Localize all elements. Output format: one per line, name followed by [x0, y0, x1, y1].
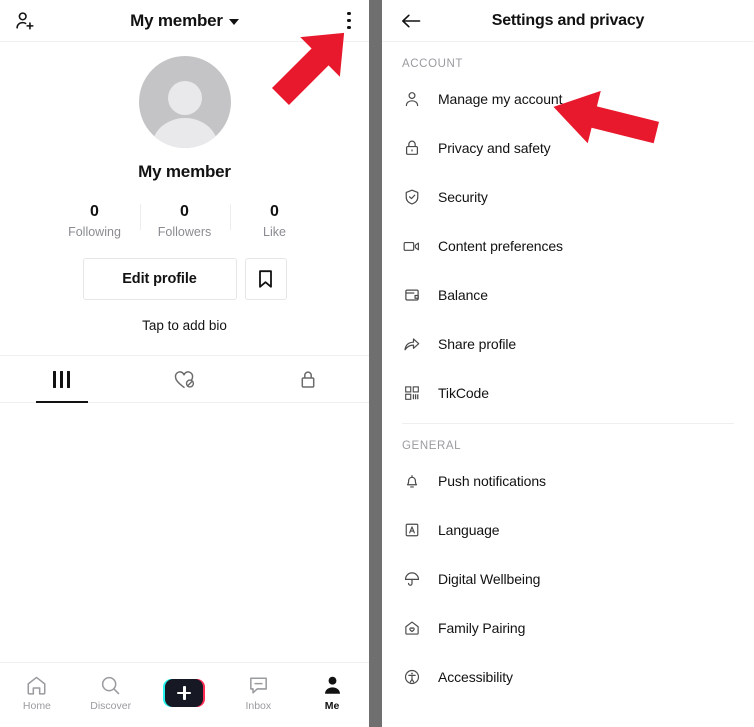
setting-label: Balance — [438, 286, 488, 303]
qr-code-icon — [402, 384, 421, 402]
heart-slash-icon — [173, 369, 196, 390]
video-camera-icon — [402, 237, 421, 255]
umbrella-icon — [402, 570, 421, 588]
create-plus-icon — [163, 679, 206, 707]
shield-check-icon — [402, 188, 421, 206]
tab-private[interactable] — [246, 356, 369, 402]
share-arrow-icon — [402, 335, 421, 353]
three-dots-vertical-icon — [347, 11, 355, 30]
lock-icon — [299, 369, 317, 390]
setting-security[interactable]: Security — [382, 172, 754, 221]
tab-posts[interactable] — [0, 356, 123, 402]
inbox-message-icon — [247, 674, 270, 697]
profile-body: My member 0 Following 0 Followers 0 Like… — [0, 42, 369, 662]
nav-home-label: Home — [22, 700, 51, 712]
wallet-icon — [402, 286, 421, 304]
nav-inbox-label: Inbox — [245, 700, 272, 712]
setting-digital-wellbeing[interactable]: Digital Wellbeing — [382, 554, 754, 603]
profile-username: My member — [138, 162, 231, 181]
lock-icon — [402, 139, 421, 157]
setting-tikcode[interactable]: TikCode — [382, 368, 754, 417]
language-a-icon — [402, 521, 421, 539]
create-core — [165, 679, 204, 707]
setting-label: Privacy and safety — [438, 139, 551, 156]
nav-me-label: Me — [324, 700, 340, 712]
stat-followers-label: Followers — [157, 225, 212, 240]
nav-me[interactable]: Me — [295, 674, 369, 712]
back-arrow-icon[interactable] — [400, 12, 430, 30]
person-icon — [402, 90, 421, 108]
stat-followers[interactable]: 0 Followers — [139, 202, 230, 240]
setting-label: TikCode — [438, 384, 489, 401]
setting-label: Share profile — [438, 335, 517, 352]
caret-down-icon — [228, 19, 239, 25]
profile-stats: 0 Following 0 Followers 0 Like — [50, 202, 320, 239]
stat-following-label: Following — [68, 225, 121, 240]
bookmark-icon — [257, 269, 274, 289]
setting-label: Accessibility — [438, 668, 513, 685]
setting-balance[interactable]: Balance — [382, 270, 754, 319]
setting-push-notifications[interactable]: Push notifications — [382, 456, 754, 505]
setting-accessibility[interactable]: Accessibility — [382, 652, 754, 701]
setting-label: Content preferences — [438, 237, 563, 254]
setting-language[interactable]: Language — [382, 505, 754, 554]
profile-header: My member — [0, 0, 369, 42]
stat-following[interactable]: 0 Following — [50, 202, 140, 239]
add-person-icon[interactable] — [14, 10, 42, 32]
bookmark-button[interactable] — [244, 258, 287, 301]
more-options-button[interactable] — [327, 11, 355, 30]
section-header-account: ACCOUNT — [402, 58, 464, 70]
setting-label: Language — [438, 521, 500, 538]
settings-title: Settings and privacy — [491, 11, 645, 29]
person-icon — [321, 674, 344, 697]
profile-title-text: My member — [130, 10, 223, 30]
nav-create[interactable] — [148, 679, 222, 707]
avatar-body — [151, 118, 218, 148]
settings-panel: Settings and privacy ACCOUNT Manage my a… — [382, 0, 754, 727]
settings-header: Settings and privacy — [382, 0, 754, 42]
setting-family-pairing[interactable]: Family Pairing — [382, 603, 754, 652]
tab-liked[interactable] — [123, 356, 246, 402]
profile-actions: Edit profile — [82, 258, 287, 301]
default-avatar-icon[interactable] — [138, 56, 231, 148]
bell-icon — [402, 472, 421, 490]
stat-likes[interactable]: 0 Like — [229, 202, 320, 240]
panel-divider — [369, 0, 382, 727]
profile-panel: My member My member 0 Following 0 Follow… — [0, 0, 369, 727]
setting-share-profile[interactable]: Share profile — [382, 319, 754, 368]
accessibility-icon — [402, 668, 421, 686]
stat-following-value: 0 — [90, 203, 99, 220]
profile-bio[interactable]: Tap to add bio — [142, 318, 227, 333]
setting-label: Push notifications — [438, 472, 546, 489]
nav-discover[interactable]: Discover — [74, 674, 148, 712]
search-icon — [99, 674, 122, 697]
setting-content-preferences[interactable]: Content preferences — [382, 221, 754, 270]
house-heart-icon — [402, 619, 421, 637]
plus-glyph — [177, 686, 192, 700]
avatar-head — [167, 81, 202, 115]
setting-manage-my-account[interactable]: Manage my account — [382, 74, 754, 123]
nav-discover-label: Discover — [90, 700, 132, 712]
section-header-general: GENERAL — [402, 440, 462, 452]
posts-grid-icon — [53, 370, 70, 388]
home-icon — [25, 674, 48, 697]
nav-inbox[interactable]: Inbox — [221, 674, 295, 712]
setting-label: Security — [438, 188, 488, 205]
setting-label: Manage my account — [438, 90, 563, 107]
nav-home[interactable]: Home — [0, 674, 74, 712]
edit-profile-button[interactable]: Edit profile — [82, 258, 237, 301]
stat-likes-label: Like — [263, 225, 286, 240]
profile-title[interactable]: My member — [42, 11, 327, 31]
setting-label: Digital Wellbeing — [438, 570, 541, 587]
stat-followers-value: 0 — [180, 203, 189, 220]
profile-tabs — [0, 355, 369, 404]
setting-privacy-and-safety[interactable]: Privacy and safety — [382, 123, 754, 172]
setting-label: Family Pairing — [438, 619, 526, 636]
screenshot-root: My member My member 0 Following 0 Follow… — [0, 0, 754, 727]
stat-likes-value: 0 — [270, 203, 279, 220]
bottom-navigation: Home Discover Inbox Me — [0, 662, 369, 727]
